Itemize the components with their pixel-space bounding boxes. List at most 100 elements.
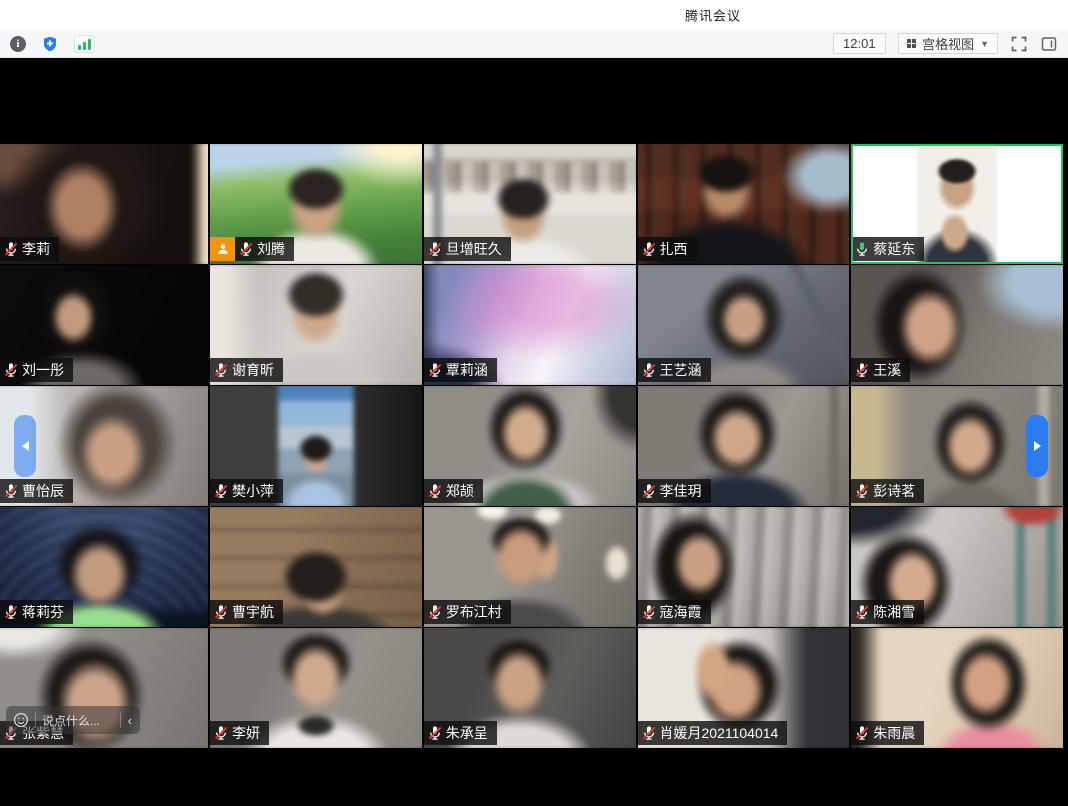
mic-muted-icon — [213, 483, 229, 499]
participant-tile[interactable]: 朱承呈 — [424, 628, 636, 748]
participant-name: 覃莉涵 — [446, 360, 488, 380]
view-mode-label: 宫格视图 — [922, 34, 974, 53]
participant-name: 郑颉 — [446, 481, 474, 501]
participant-tile[interactable]: 曹宇航 — [210, 507, 422, 627]
participant-name: 旦增旺久 — [446, 239, 502, 259]
participant-name: 蒋莉芬 — [22, 602, 64, 622]
toolbar-left-group: i — [10, 35, 95, 53]
meeting-info-icon[interactable]: i — [10, 36, 26, 52]
participant-name: 李佳玥 — [660, 481, 702, 501]
participant-nameplate: 樊小萍 — [210, 479, 283, 503]
mic-muted-icon — [213, 604, 229, 620]
nameplate-body: 樊小萍 — [210, 479, 283, 503]
participant-name: 刘一彤 — [22, 360, 64, 380]
side-panel-button[interactable] — [1040, 35, 1058, 53]
participant-nameplate: 寇海霞 — [638, 600, 711, 624]
window-title: 腾讯会议 — [685, 6, 741, 25]
chat-collapse-chevron[interactable]: ‹ — [127, 713, 133, 728]
participant-name: 李妍 — [232, 723, 260, 743]
meeting-toolbar: i 12:01 宫格视图 ▼ — [0, 30, 1068, 58]
participant-nameplate: 陈湘雪 — [851, 600, 924, 624]
participant-tile[interactable]: 旦增旺久 — [424, 144, 636, 264]
next-page-arrow[interactable] — [1026, 415, 1048, 477]
participant-nameplate: 李妍 — [210, 721, 269, 745]
participant-nameplate: 刘腾 — [210, 237, 294, 261]
participant-nameplate: 李佳玥 — [638, 479, 711, 503]
nameplate-body: 朱承呈 — [424, 721, 497, 745]
nameplate-body: 肖媛月2021104014 — [638, 721, 788, 745]
mic-muted-icon — [3, 604, 19, 620]
participant-name: 李莉 — [22, 239, 50, 259]
participant-tile[interactable]: 郑颉 — [424, 386, 636, 506]
participant-tile[interactable]: 肖媛月2021104014 — [638, 628, 850, 748]
participant-name: 曹宇航 — [232, 602, 274, 622]
previous-page-arrow[interactable] — [14, 415, 36, 477]
nameplate-body: 扎西 — [638, 237, 697, 261]
mic-muted-icon — [854, 483, 870, 499]
meeting-timer: 12:01 — [833, 33, 886, 54]
participant-name: 王溪 — [873, 360, 901, 380]
nameplate-body: 罗布江村 — [424, 600, 511, 624]
video-grid: 李莉 — [0, 144, 1063, 748]
nameplate-body: 刘腾 — [235, 237, 294, 261]
participant-tile[interactable]: 陈湘雪 — [851, 507, 1063, 627]
nameplate-body: 曹宇航 — [210, 600, 283, 624]
participant-nameplate: 李莉 — [0, 237, 59, 261]
participant-name: 寇海霞 — [660, 602, 702, 622]
meeting-stage: 李莉 — [0, 58, 1068, 806]
nameplate-body: 朱雨晨 — [851, 721, 924, 745]
participant-tile[interactable]: 李佳玥 — [638, 386, 850, 506]
mic-muted-icon — [641, 604, 657, 620]
participant-name: 彭诗茗 — [873, 481, 915, 501]
participant-nameplate: 郑颉 — [424, 479, 483, 503]
participant-name: 朱承呈 — [446, 723, 488, 743]
participant-nameplate: 蒋莉芬 — [0, 600, 73, 624]
mic-muted-icon — [427, 362, 443, 378]
shield-protection-icon[interactable] — [42, 36, 58, 52]
mic-muted-icon — [854, 604, 870, 620]
participant-nameplate: 彭诗茗 — [851, 479, 924, 503]
participant-tile[interactable]: 谢育昕 — [210, 265, 422, 385]
participant-tile[interactable]: 朱雨晨 — [851, 628, 1063, 748]
fullscreen-button[interactable] — [1010, 35, 1028, 53]
view-mode-dropdown[interactable]: 宫格视图 ▼ — [898, 33, 998, 54]
network-signal-icon[interactable] — [74, 35, 95, 53]
participant-tile[interactable]: 刘腾 — [210, 144, 422, 264]
participant-tile[interactable]: 寇海霞 — [638, 507, 850, 627]
nameplate-body: 寇海霞 — [638, 600, 711, 624]
participant-tile[interactable]: 扎西 — [638, 144, 850, 264]
participant-name: 刘腾 — [257, 239, 285, 259]
participant-nameplate: 王溪 — [851, 358, 910, 382]
participant-nameplate: 王艺涵 — [638, 358, 711, 382]
participant-nameplate: 朱承呈 — [424, 721, 497, 745]
participant-tile[interactable]: 蒋莉芬 — [0, 507, 208, 627]
participant-tile[interactable]: 罗布江村 — [424, 507, 636, 627]
person-badge-icon — [210, 237, 235, 261]
participant-tile[interactable]: 李妍 — [210, 628, 422, 748]
mic-muted-icon — [641, 362, 657, 378]
mic-muted-icon — [427, 725, 443, 741]
mic-muted-icon — [238, 241, 254, 257]
nameplate-body: 郑颉 — [424, 479, 483, 503]
nameplate-body: 彭诗茗 — [851, 479, 924, 503]
participant-nameplate: 覃莉涵 — [424, 358, 497, 382]
mic-muted-icon — [213, 362, 229, 378]
participant-nameplate: 扎西 — [638, 237, 697, 261]
participant-nameplate: 曹怡辰 — [0, 479, 73, 503]
nameplate-body: 王溪 — [851, 358, 910, 382]
participant-tile[interactable]: 蔡延东 — [851, 144, 1063, 264]
participant-name: 谢育昕 — [232, 360, 274, 380]
participant-tile[interactable]: 王溪 — [851, 265, 1063, 385]
participant-tile[interactable]: 樊小萍 — [210, 386, 422, 506]
participant-tile[interactable]: 王艺涵 — [638, 265, 850, 385]
nameplate-body: 李妍 — [210, 721, 269, 745]
participant-tile[interactable]: 李莉 — [0, 144, 208, 264]
participant-tile[interactable]: 覃莉涵 — [424, 265, 636, 385]
participant-tile[interactable]: 刘一彤 — [0, 265, 208, 385]
nameplate-body: 蒋莉芬 — [0, 600, 73, 624]
chat-divider — [35, 713, 36, 728]
participant-nameplate: 蔡延东 — [851, 237, 924, 261]
participant-name: 蔡延东 — [873, 239, 915, 259]
chat-input[interactable]: 说点什么... — [42, 712, 114, 729]
emoji-icon[interactable] — [13, 712, 29, 728]
